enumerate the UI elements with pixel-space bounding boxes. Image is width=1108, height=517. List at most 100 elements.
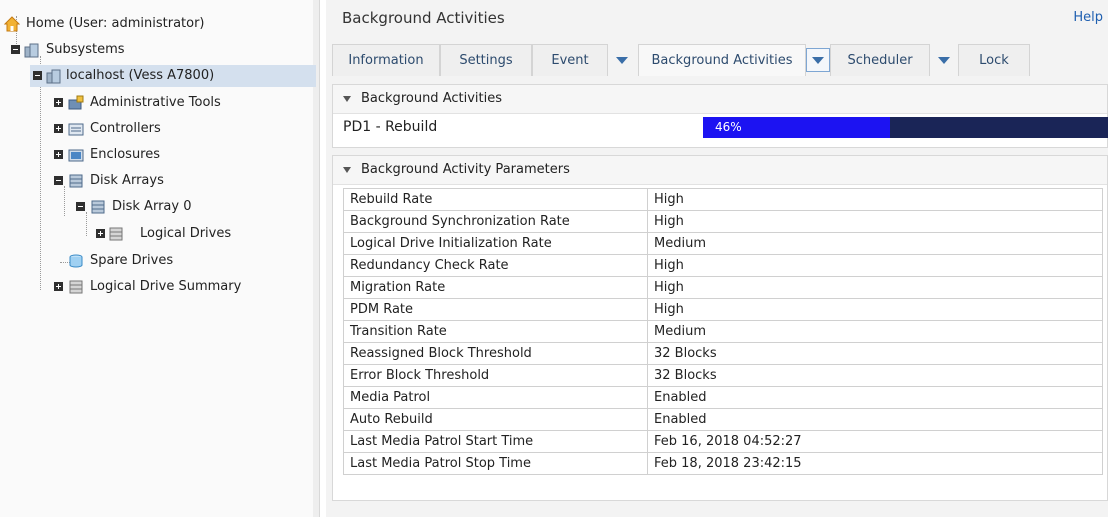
parameter-name: Last Media Patrol Stop Time [343,452,648,475]
parameters-table: Rebuild Rate High Background Synchronizati… [343,188,1103,475]
tree-item-label: localhost (Vess A7800) [66,68,215,83]
parameter-name: Transition Rate [343,320,648,343]
parameter-value: Enabled [647,386,1103,409]
expand-icon[interactable] [96,229,105,238]
table-row: Rebuild Rate High [343,188,1103,211]
expand-icon[interactable] [54,282,63,291]
tree-item-label: Home (User: administrator) [26,16,205,31]
enclosure-icon [68,147,84,163]
logical-drive-icon [108,226,124,242]
parameters-section: Background Activity Parameters Rebuild R… [332,155,1108,501]
tab-background-activities-dropdown[interactable] [806,48,830,72]
spare-drive-icon [68,253,84,269]
server-icon [46,68,62,84]
chevron-down-icon [812,57,824,64]
parameter-name: Logical Drive Initialization Rate [343,232,648,255]
navigation-tree: Home (User: administrator) Subsystems lo… [0,0,320,517]
caret-down-icon [343,167,351,173]
caret-down-icon [343,96,351,102]
expand-icon[interactable] [54,150,63,159]
tree-connector [40,56,41,290]
page-title: Background Activities [342,9,505,27]
disk-array-icon [90,199,106,215]
parameter-name: Media Patrol [343,386,648,409]
section-header[interactable]: Background Activity Parameters [333,156,1107,185]
collapse-icon[interactable] [11,45,20,54]
section-title: Background Activities [361,91,502,106]
progress-label: 46% [715,120,742,134]
table-row: Error Block Threshold 32 Blocks [343,364,1103,387]
parameter-name: Reassigned Block Threshold [343,342,648,365]
table-row: Last Media Patrol Stop Time Feb 18, 2018 … [343,452,1103,475]
table-row: Background Synchronization Rate High [343,210,1103,233]
tree-item-spare-drives[interactable]: Spare Drives [52,250,314,272]
tree-item-logical-drive-summary[interactable]: Logical Drive Summary [52,276,314,298]
tree-item-subsystems[interactable]: Subsystems [8,39,314,61]
expand-icon[interactable] [54,124,63,133]
section-title: Background Activity Parameters [361,162,570,177]
tab-background-activities[interactable]: Background Activities [638,44,806,76]
controller-icon [68,121,84,137]
parameter-name: Rebuild Rate [343,188,648,211]
tab-bar: Information Settings Event Background Ac… [332,44,1032,76]
tree-item-label: Disk Arrays [90,173,164,188]
parameter-value: Medium [647,320,1103,343]
tree-item-label: Controllers [90,121,161,136]
tab-settings[interactable]: Settings [440,44,532,76]
main-panel: Background Activities Help Information S… [326,0,1108,517]
expand-icon[interactable] [54,98,63,107]
tree-item-label: Disk Array 0 [112,199,192,214]
tree-item-logical-drives[interactable]: Logical Drives [94,223,314,245]
background-activities-section: Background Activities PD1 - Rebuild 46% [332,84,1108,148]
table-row: Reassigned Block Threshold 32 Blocks [343,342,1103,365]
parameter-value: 32 Blocks [647,364,1103,387]
parameter-value: Feb 18, 2018 23:42:15 [647,452,1103,475]
tree-item-administrative-tools[interactable]: Administrative Tools [52,92,314,114]
disk-array-icon [68,173,84,189]
parameter-value: High [647,298,1103,321]
collapse-icon[interactable] [33,71,42,80]
table-row: Media Patrol Enabled [343,386,1103,409]
table-row: PDM Rate High [343,298,1103,321]
activity-name: PD1 - Rebuild [343,119,438,135]
activity-row: PD1 - Rebuild 46% [333,114,1108,140]
table-row: Auto Rebuild Enabled [343,408,1103,431]
tree-item-enclosures[interactable]: Enclosures [52,144,314,166]
parameter-value: High [647,254,1103,277]
tree-item-disk-arrays[interactable]: Disk Arrays [52,170,314,192]
tree-item-label: Subsystems [46,42,125,57]
tab-information[interactable]: Information [332,44,440,76]
tab-lock[interactable]: Lock [958,44,1030,76]
parameter-name: Auto Rebuild [343,408,648,431]
parameter-value: Enabled [647,408,1103,431]
parameter-name: Migration Rate [343,276,648,299]
tree-item-controllers[interactable]: Controllers [52,118,314,140]
tree-item-localhost[interactable]: localhost (Vess A7800) [30,65,316,87]
tab-event[interactable]: Event [532,44,608,76]
parameter-value: 32 Blocks [647,342,1103,365]
parameter-value: High [647,210,1103,233]
parameter-value: High [647,188,1103,211]
tree-item-label: Logical Drive Summary [90,279,242,294]
parameter-name: PDM Rate [343,298,648,321]
collapse-icon[interactable] [76,202,85,211]
tab-event-dropdown[interactable] [608,44,636,76]
tab-scheduler-dropdown[interactable] [930,44,958,76]
table-row: Logical Drive Initialization Rate Medium [343,232,1103,255]
server-group-icon [24,42,40,58]
parameter-value: High [647,276,1103,299]
help-link[interactable]: Help [1073,10,1103,25]
tab-scheduler[interactable]: Scheduler [830,44,930,76]
home-icon [3,16,21,32]
tree-item-disk-array-0[interactable]: Disk Array 0 [74,196,314,218]
tree-item-label: Spare Drives [90,253,174,268]
parameter-value: Feb 16, 2018 04:52:27 [647,430,1103,453]
collapse-icon[interactable] [54,176,63,185]
parameter-name: Last Media Patrol Start Time [343,430,648,453]
table-row: Redundancy Check Rate High [343,254,1103,277]
table-row: Last Media Patrol Start Time Feb 16, 2018… [343,430,1103,453]
section-header[interactable]: Background Activities [333,85,1107,114]
progress-bar: 46% [703,117,1108,138]
tree-item-home[interactable]: Home (User: administrator) [3,13,314,35]
tools-icon [68,95,84,111]
